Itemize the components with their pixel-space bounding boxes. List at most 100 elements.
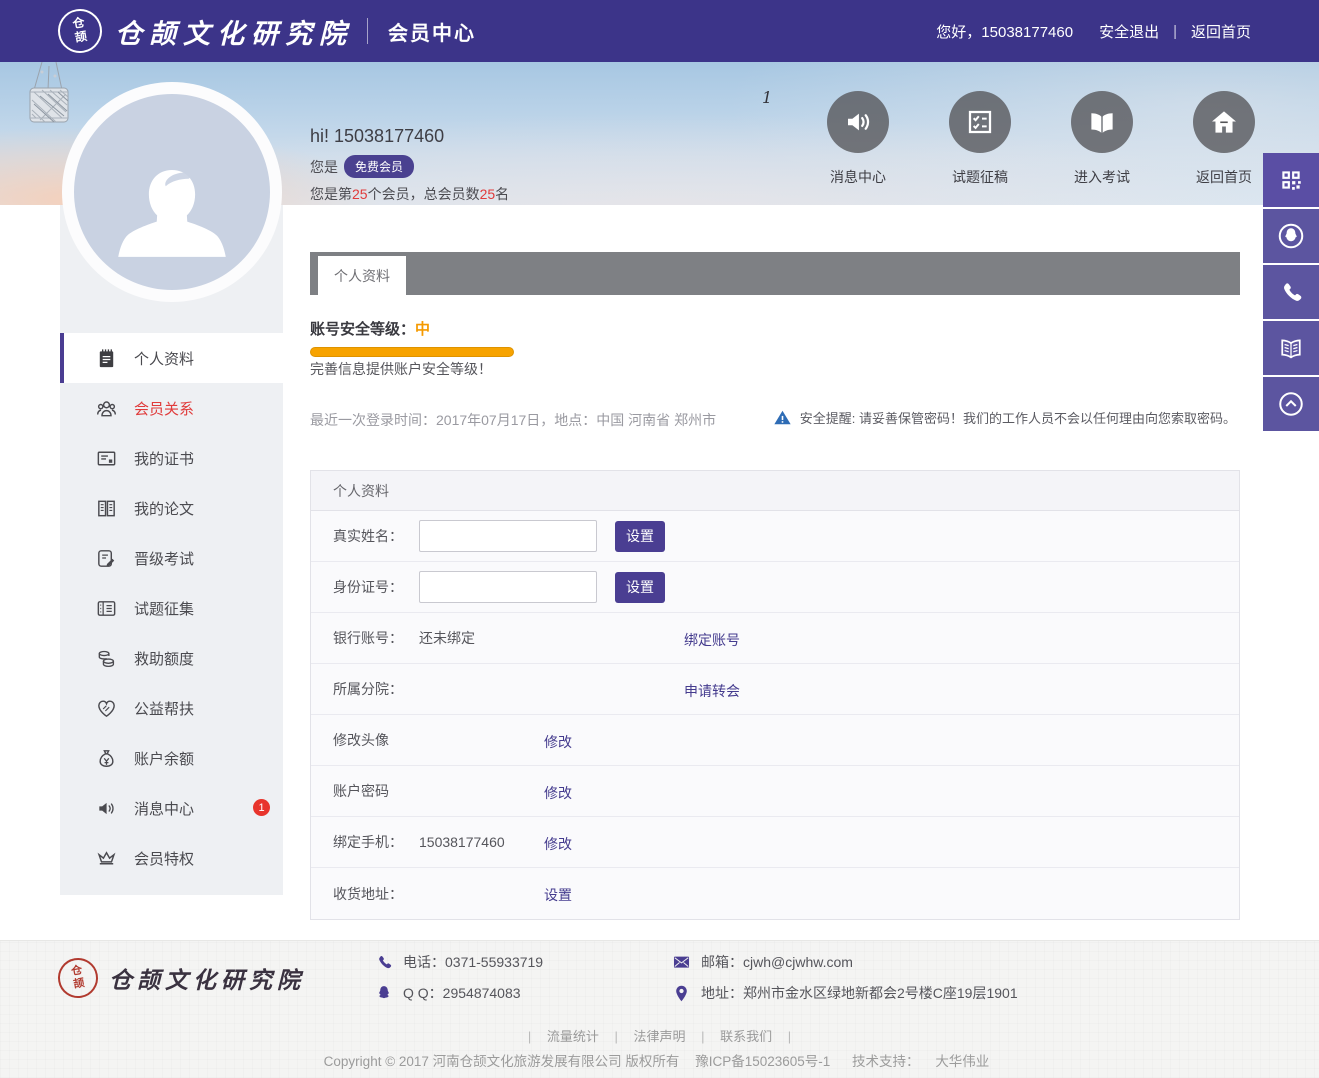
avatar-row: 修改头像 修改 <box>311 715 1239 766</box>
transfer-request-link[interactable]: 申请转会 <box>684 681 740 701</box>
footer-brand: 仓颉 仓颉文化研究院 <box>58 958 305 998</box>
quick-action-back-home[interactable]: 返回首页 <box>1192 91 1256 187</box>
footer-contact-col1: 电话：0371-55933719 Q Q：2954874083 <box>375 951 543 1004</box>
support-company: 大华伟业 <box>935 1054 989 1069</box>
sidebar-menu: 个人资料 会员关系 我的证书 <box>60 333 283 883</box>
icp-number: 豫ICP备15023605号-1 <box>695 1054 830 1069</box>
qrcode-button[interactable] <box>1263 153 1319 207</box>
home-link[interactable]: 返回首页 <box>1191 21 1251 42</box>
id-number-input[interactable] <box>419 571 597 603</box>
greeting-you-are: 您是 <box>310 157 338 177</box>
user-avatar[interactable] <box>62 82 282 302</box>
quick-action-message-center[interactable]: 消息中心 <box>826 91 890 187</box>
footer-link-separator: | <box>701 1029 704 1044</box>
footer-phone-value: 0371-55933719 <box>445 954 543 970</box>
phone-icon <box>1278 279 1304 305</box>
sidebar-item-promotion-exam[interactable]: 晋级考试 <box>60 533 283 583</box>
sidebar-item-papers[interactable]: 我的论文 <box>60 483 283 533</box>
bind-account-link[interactable]: 绑定账号 <box>684 630 740 650</box>
bank-account-value: 还未绑定 <box>419 628 475 648</box>
id-number-label: 身份证号： <box>333 577 419 597</box>
message-circle[interactable] <box>827 91 889 153</box>
stray-digit: 1 <box>762 88 772 107</box>
speaker-icon <box>95 797 118 820</box>
checklist-icon <box>964 106 996 138</box>
home-circle[interactable] <box>1193 91 1255 153</box>
stats-prefix: 您是第 <box>310 186 352 202</box>
real-name-input[interactable] <box>419 520 597 552</box>
sidebar-item-label: 我的证书 <box>134 448 194 469</box>
footer-links: | 流量统计 | 法律声明 | 联系我们 | <box>0 1026 1319 1045</box>
footer-phone-label: 电话： <box>403 952 445 972</box>
sidebar-item-label: 公益帮扶 <box>134 698 194 719</box>
member-level-badge: 免费会员 <box>344 155 414 178</box>
phone-service-button[interactable] <box>1263 265 1319 319</box>
security-warning: 安全提醒: 请妥善保管密码！我们的工作人员不会以任何理由向您索取密码。 <box>773 408 1236 427</box>
footer-copyright: Copyright © 2017 河南仓颉文化旅游发展有限公司 版权所有 豫IC… <box>0 1050 1319 1070</box>
bound-phone-row: 绑定手机： 15038177460 修改 <box>311 817 1239 868</box>
real-name-set-button[interactable]: 设置 <box>615 521 665 552</box>
sidebar-item-balance[interactable]: 账户余额 <box>60 733 283 783</box>
sidebar-item-profile[interactable]: 个人资料 <box>60 333 283 383</box>
logout-link[interactable]: 安全退出 <box>1099 21 1159 42</box>
guide-book-button[interactable] <box>1263 321 1319 375</box>
quick-action-exam-submission[interactable]: 试题征稿 <box>948 91 1012 187</box>
float-toolbar <box>1263 153 1319 433</box>
sidebar-item-label: 账户余额 <box>134 748 194 769</box>
id-number-set-button[interactable]: 设置 <box>615 572 665 603</box>
sidebar-item-question-collection[interactable]: 试题征集 <box>60 583 283 633</box>
footer-email-label: 邮箱： <box>701 952 743 972</box>
sidebar-item-label: 晋级考试 <box>134 548 194 569</box>
checklist-circle[interactable] <box>949 91 1011 153</box>
footer-phone: 电话：0371-55933719 <box>375 951 543 973</box>
sidebar-item-message-center[interactable]: 消息中心 1 <box>60 783 283 833</box>
charity-heart-icon <box>95 697 118 720</box>
tab-profile[interactable]: 个人资料 <box>318 256 406 295</box>
brand-name: 仓颉文化研究院 <box>115 12 353 51</box>
quick-action-enter-exam[interactable]: 进入考试 <box>1070 91 1134 187</box>
sidebar-item-aid-quota[interactable]: 救助额度 <box>60 633 283 683</box>
sidebar-item-label: 试题征集 <box>134 598 194 619</box>
unread-count-badge: 1 <box>253 799 270 816</box>
footer-link-traffic[interactable]: 流量统计 <box>547 1029 599 1044</box>
sidebar-item-label: 会员特权 <box>134 848 194 869</box>
bound-phone-value: 15038177460 <box>419 834 505 850</box>
password-modify-link[interactable]: 修改 <box>544 783 572 803</box>
stats-suffix: 名 <box>495 186 509 202</box>
back-to-top-button[interactable] <box>1263 377 1319 431</box>
footer-link-legal[interactable]: 法律声明 <box>633 1029 685 1044</box>
bank-account-row: 银行账号： 还未绑定 绑定账号 <box>311 613 1239 664</box>
book-circle[interactable] <box>1071 91 1133 153</box>
sidebar-item-charity[interactable]: 公益帮扶 <box>60 683 283 733</box>
sidebar-item-member-relations[interactable]: 会员关系 <box>60 383 283 433</box>
phone-modify-link[interactable]: 修改 <box>544 834 572 854</box>
footer: 仓颉 仓颉文化研究院 电话：0371-55933719 Q Q：29548740… <box>0 940 1319 1078</box>
quick-action-label: 消息中心 <box>826 167 890 187</box>
password-label: 账户密码 <box>333 781 419 801</box>
header-link-separator: | <box>1173 23 1177 40</box>
stats-mid: 个会员，总会员数 <box>368 186 480 202</box>
bank-account-label: 银行账号： <box>333 628 419 648</box>
qq-service-button[interactable] <box>1263 209 1319 263</box>
footer-link-separator: | <box>788 1029 791 1044</box>
home-icon <box>1208 106 1240 138</box>
footer-seal-icon: 仓颉 <box>55 955 101 1001</box>
footer-link-contact[interactable]: 联系我们 <box>720 1029 772 1044</box>
sidebar-item-certificates[interactable]: 我的证书 <box>60 433 283 483</box>
address-set-link[interactable]: 设置 <box>544 885 572 905</box>
lantern-decoration-icon <box>12 60 86 136</box>
open-book-icon <box>1085 105 1119 139</box>
seal-logo-icon: 仓颉 <box>55 6 106 57</box>
security-level-line: 账号安全等级：中 <box>310 318 430 339</box>
collection-icon <box>95 597 118 620</box>
arrow-up-circle-icon <box>1276 389 1306 419</box>
sidebar-item-member-privileges[interactable]: 会员特权 <box>60 833 283 883</box>
member-stats: 您是第25个会员，总会员数25名 <box>310 184 509 204</box>
brand[interactable]: 仓颉 仓颉文化研究院 会员中心 <box>58 0 476 62</box>
phone-icon <box>375 953 393 971</box>
last-login-info: 最近一次登录时间：2017年07月17日，地点：中国 河南省 郑州市 <box>310 410 716 430</box>
crown-icon <box>95 847 118 870</box>
greeting-hi: hi! 15038177460 <box>310 126 509 147</box>
avatar-modify-link[interactable]: 修改 <box>544 732 572 752</box>
quick-action-label: 进入考试 <box>1070 167 1134 187</box>
